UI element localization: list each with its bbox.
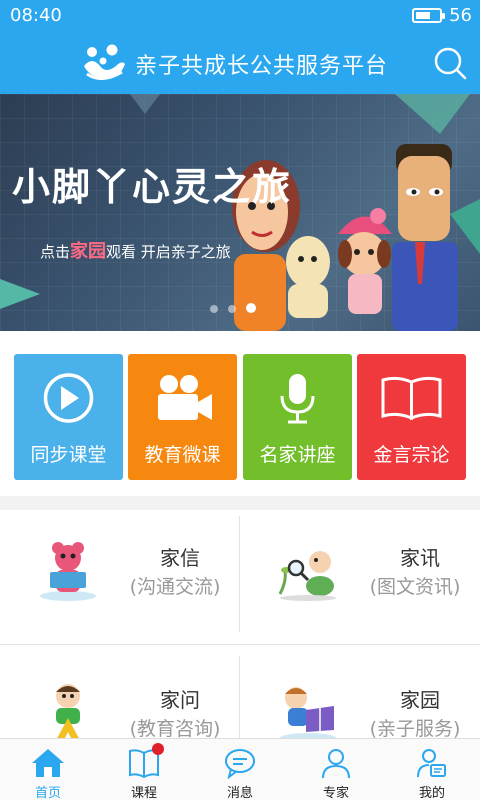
column-divider [239, 516, 240, 632]
tile-label: 金言宗论 [373, 444, 450, 466]
card-desc: (图文资讯) [369, 576, 461, 598]
app-header: 亲子共成长公共服务平台 [0, 32, 480, 94]
bear-reading-icon [40, 542, 96, 601]
family-logo-icon [84, 44, 125, 80]
tile-sync-class[interactable]: 同步课堂 [14, 354, 123, 480]
status-time: 08:40 [10, 5, 62, 26]
carousel-dot[interactable] [228, 305, 236, 313]
person-icon [322, 749, 350, 779]
tile-label: 教育微课 [144, 444, 221, 466]
card-desc: (沟通交流) [129, 576, 221, 598]
row-divider [0, 644, 480, 645]
child-book-icon [280, 687, 336, 743]
carousel-indicator[interactable] [210, 298, 266, 317]
home-icon [32, 749, 64, 777]
nav-label: 课程 [130, 786, 157, 800]
play-circle-icon [43, 373, 94, 423]
nav-label: 我的 [418, 786, 445, 800]
nav-courses[interactable]: 课程 [96, 739, 192, 800]
battery-level: 56 [449, 5, 472, 26]
nav-experts[interactable]: 专家 [288, 739, 384, 800]
tile-lecture[interactable]: 名家讲座 [243, 354, 352, 480]
section-separator [0, 496, 480, 510]
search-icon[interactable] [432, 45, 468, 81]
nav-label: 专家 [322, 786, 349, 800]
tile-golden-words[interactable]: 金言宗论 [357, 354, 466, 480]
banner-sub-prefix: 点击 [40, 243, 71, 261]
profile-card-icon [417, 749, 446, 778]
card-family-letter[interactable]: 家信 (沟通交流) [0, 510, 240, 638]
card-name: 家讯 [400, 546, 440, 570]
notification-badge [152, 743, 164, 755]
video-camera-icon [158, 375, 212, 420]
card-name: 家园 [400, 688, 440, 712]
microphone-icon [280, 374, 315, 424]
nav-messages[interactable]: 消息 [192, 739, 288, 800]
tile-label: 名家讲座 [259, 444, 336, 466]
nav-home[interactable]: 首页 [0, 739, 96, 800]
card-desc: (亲子服务) [369, 718, 461, 740]
card-name: 家信 [160, 546, 200, 570]
carousel-dot-active[interactable] [246, 303, 256, 313]
card-name: 家问 [160, 688, 200, 712]
nav-label: 首页 [34, 786, 61, 800]
nav-label: 消息 [226, 786, 253, 800]
tile-label: 同步课堂 [30, 444, 107, 466]
status-bar: 08:40 56 [0, 0, 480, 32]
column-divider [239, 656, 240, 738]
battery-icon [412, 8, 445, 23]
banner-headline: 小脚丫心灵之旅 [12, 165, 293, 209]
boy-letter-a-icon [54, 684, 82, 744]
carousel-dot[interactable] [210, 305, 218, 313]
promo-banner[interactable]: 小脚丫心灵之旅 点击家园观看 开启亲子之旅 [0, 94, 480, 331]
feature-tiles: 同步课堂 教育微课 名家讲座 金言宗论 [14, 354, 466, 480]
open-book-icon [381, 376, 442, 421]
page-title: 亲子共成长公共服务平台 [135, 54, 389, 79]
chat-icon [225, 749, 255, 779]
bottom-nav: 首页 课程 消息 专家 我的 [0, 738, 480, 800]
banner-illustration [0, 94, 480, 331]
banner-subline: 点击家园观看 开启亲子之旅 [40, 237, 231, 263]
banner-sub-highlight: 家园 [70, 241, 107, 262]
card-family-news[interactable]: 家讯 (图文资讯) [240, 510, 480, 638]
card-desc: (教育咨询) [129, 718, 221, 740]
nav-mine[interactable]: 我的 [384, 739, 480, 800]
tile-micro-course[interactable]: 教育微课 [128, 354, 237, 480]
child-magnifier-icon [278, 551, 336, 601]
banner-sub-suffix: 观看 开启亲子之旅 [106, 243, 231, 261]
